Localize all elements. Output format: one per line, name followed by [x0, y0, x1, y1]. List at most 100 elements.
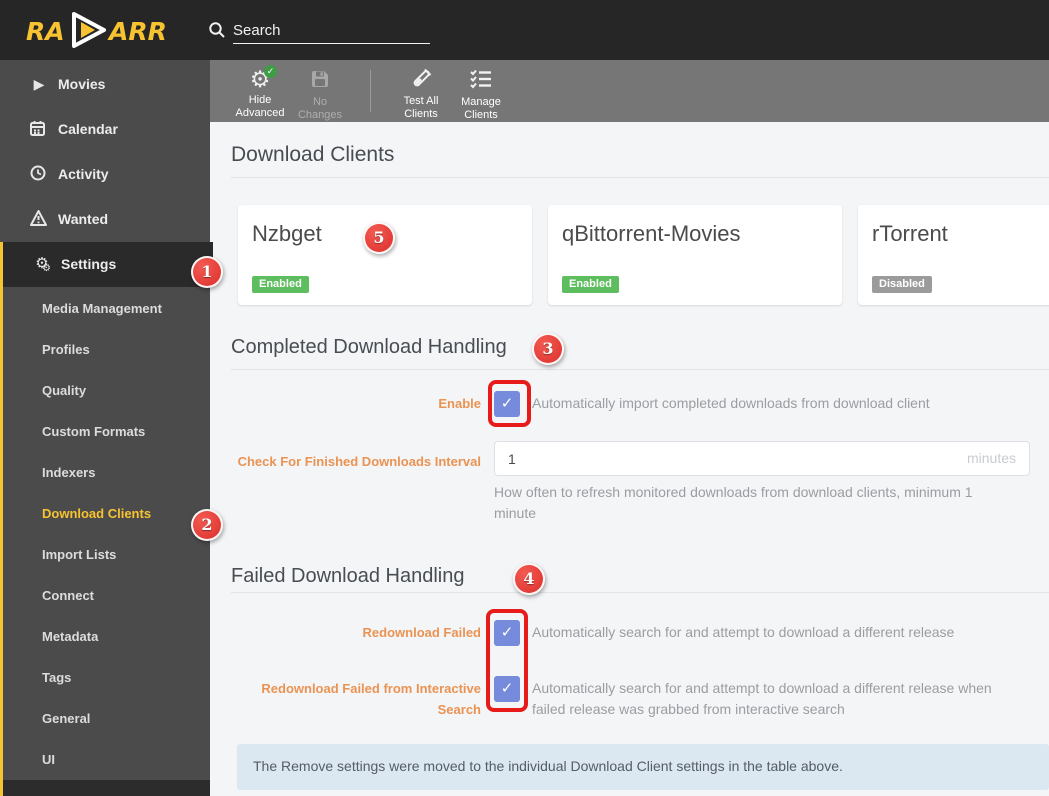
- check-interval-help-text: How often to refresh monitored downloads…: [494, 484, 973, 521]
- sidebar-item-media-management[interactable]: Media Management: [3, 288, 210, 329]
- toolbar-label: Changes: [297, 109, 343, 121]
- sidebar-item-import-lists[interactable]: Import Lists: [3, 534, 210, 575]
- toolbar-label: Clients: [404, 108, 438, 120]
- play-icon: ▶: [33, 76, 45, 92]
- sidebar-item-custom-formats[interactable]: Custom Formats: [3, 411, 210, 452]
- sub-item-label: Download Clients: [42, 506, 152, 521]
- sidebar-item-calendar[interactable]: Calendar: [0, 107, 210, 152]
- sidebar-item-settings[interactable]: ⚙ ⚙ Settings: [3, 242, 213, 287]
- sidebar-item-download-clients[interactable]: Download Clients: [3, 493, 210, 534]
- advanced-gear-check-icon: ⚙ ✓: [228, 65, 292, 91]
- no-changes-save-button[interactable]: No Changes: [288, 67, 352, 122]
- settings-group: ⚙ ⚙ Settings Media Management Profiles Qu…: [0, 242, 213, 796]
- manage-clients-button[interactable]: Manage Clients: [449, 67, 513, 122]
- radarr-logo-icon: RA ARR: [26, 12, 167, 48]
- sub-item-label: UI: [42, 752, 55, 767]
- sidebar-item-label: Activity: [58, 166, 109, 182]
- sidebar-bottom-strip: [3, 780, 210, 796]
- search-icon: [208, 21, 226, 39]
- sub-item-label: Import Lists: [42, 547, 117, 562]
- sidebar-item-profiles[interactable]: Profiles: [3, 329, 210, 370]
- sub-item-label: Profiles: [42, 342, 90, 357]
- search-input[interactable]: [233, 18, 430, 44]
- sidebar-item-label: Wanted: [58, 211, 109, 227]
- status-badge: Disabled: [872, 276, 932, 293]
- enable-help-text: Automatically import completed downloads…: [532, 395, 930, 411]
- sub-item-label: Tags: [42, 670, 72, 685]
- calendar-icon: [30, 120, 48, 138]
- sidebar-item-wanted[interactable]: Wanted: [0, 197, 210, 242]
- status-badge: Enabled: [562, 276, 619, 293]
- redownload-interactive-help-text: Automatically search for and attempt to …: [532, 680, 992, 717]
- redownload-failed-label: Redownload Failed: [362, 625, 481, 640]
- client-card-rtorrent[interactable]: rTorrent Disabled: [858, 205, 1049, 305]
- divider: [231, 592, 1049, 593]
- sidebar-item-label: Settings: [61, 256, 117, 272]
- page-toolbar: ⚙ ✓ Hide Advanced No Changes Test All Cl…: [210, 60, 1049, 122]
- global-search: [208, 18, 438, 48]
- enable-checkbox[interactable]: ✓: [494, 391, 520, 417]
- checklist-icon: [449, 69, 513, 93]
- redownload-interactive-checkbox[interactable]: ✓: [494, 676, 520, 702]
- toolbar-label: Clients: [464, 109, 498, 121]
- radarr-app-window: RA ARR ▶ Movies Calendar: [0, 0, 1049, 796]
- sidebar-item-movies[interactable]: ▶ Movies: [0, 62, 210, 107]
- sidebar-item-tags[interactable]: Tags: [3, 657, 210, 698]
- svg-text:ARR: ARR: [107, 17, 167, 46]
- top-bar: RA ARR: [0, 0, 1049, 60]
- redownload-failed-help-text: Automatically search for and attempt to …: [532, 624, 955, 640]
- sub-item-label: Media Management: [42, 301, 162, 316]
- sidebar-item-label: Calendar: [58, 121, 118, 137]
- sub-item-label: Indexers: [42, 465, 96, 480]
- sub-item-label: Custom Formats: [42, 424, 146, 439]
- check-interval-field: minutes: [494, 441, 1030, 476]
- toolbar-label: Hide: [248, 94, 272, 106]
- info-notice-text: The Remove settings were moved to the in…: [253, 758, 843, 774]
- save-icon: [288, 69, 352, 93]
- client-card-nzbget[interactable]: Nzbget Enabled: [238, 205, 532, 305]
- client-name: qBittorrent-Movies: [562, 221, 741, 246]
- client-card-qbittorrent-movies[interactable]: qBittorrent-Movies Enabled: [548, 205, 842, 305]
- radarr-logo[interactable]: RA ARR: [26, 11, 176, 49]
- warning-icon: [30, 210, 48, 228]
- divider: [231, 369, 1049, 370]
- toolbar-label: Advanced: [235, 107, 285, 119]
- unit-suffix: minutes: [966, 450, 1016, 466]
- clock-icon: [30, 165, 48, 183]
- sidebar-item-connect[interactable]: Connect: [3, 575, 210, 616]
- sub-item-label: Quality: [42, 383, 87, 398]
- status-badge: Enabled: [252, 276, 309, 293]
- sidebar-item-label: Movies: [58, 76, 106, 92]
- sidebar-item-general[interactable]: General: [3, 698, 210, 739]
- toolbar-separator: [370, 70, 371, 112]
- sidebar-item-indexers[interactable]: Indexers: [3, 452, 210, 493]
- enable-label: Enable: [438, 396, 481, 411]
- divider: [231, 177, 1049, 178]
- sidebar-item-metadata[interactable]: Metadata: [3, 616, 210, 657]
- test-all-clients-button[interactable]: Test All Clients: [389, 67, 453, 121]
- sub-item-label: General: [42, 711, 91, 726]
- toolbar-label: Test All: [403, 95, 439, 107]
- client-name: Nzbget: [252, 221, 322, 246]
- info-notice: The Remove settings were moved to the in…: [237, 744, 1049, 790]
- sidebar-item-ui[interactable]: UI: [3, 739, 210, 780]
- redownload-failed-checkbox[interactable]: ✓: [494, 620, 520, 646]
- test-tube-icon: [389, 68, 453, 92]
- sidebar: ▶ Movies Calendar Activity Wanted ⚙ ⚙ Set…: [0, 60, 213, 796]
- redownload-interactive-label: Redownload Failed from Interactive Searc…: [261, 681, 481, 717]
- settings-content: Download Clients Nzbget Enabled qBittorr…: [210, 122, 1049, 796]
- failed-download-handling-title: Failed Download Handling: [231, 565, 465, 587]
- gears-icon: ⚙ ⚙: [35, 255, 51, 274]
- hide-advanced-button[interactable]: ⚙ ✓ Hide Advanced: [228, 65, 292, 120]
- toolbar-label: Manage: [461, 96, 501, 108]
- sidebar-item-activity[interactable]: Activity: [0, 152, 210, 197]
- sidebar-item-quality[interactable]: Quality: [3, 370, 210, 411]
- check-badge-icon: ✓: [264, 65, 277, 78]
- sub-item-label: Connect: [42, 588, 94, 603]
- completed-download-handling-title: Completed Download Handling: [231, 336, 507, 358]
- svg-text:RA: RA: [26, 17, 65, 46]
- check-interval-label: Check For Finished Downloads Interval: [237, 454, 481, 469]
- sub-item-label: Metadata: [42, 629, 99, 644]
- check-interval-input[interactable]: [495, 442, 955, 475]
- toolbar-label: No: [312, 96, 328, 108]
